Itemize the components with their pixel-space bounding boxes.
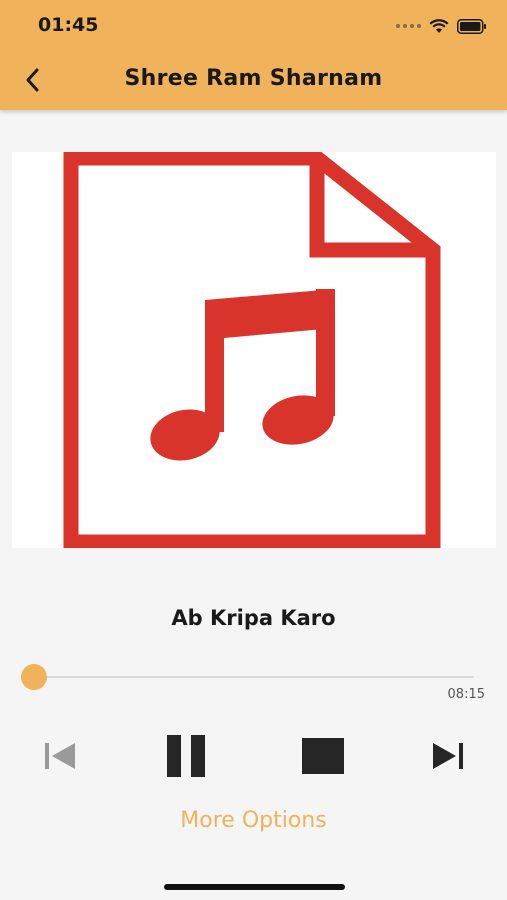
progress-thumb[interactable] xyxy=(21,664,47,690)
page-title: Shree Ram Sharnam xyxy=(124,66,383,91)
pause-icon xyxy=(167,735,205,777)
previous-button[interactable] xyxy=(38,738,82,774)
more-options-link[interactable]: More Options xyxy=(0,808,507,833)
skip-next-icon xyxy=(433,743,463,769)
app-header: 01:45 Shree Ram Sharnam xyxy=(0,0,507,110)
stop-button[interactable] xyxy=(296,732,350,780)
progress-track[interactable] xyxy=(34,676,474,678)
cellular-signal-icon xyxy=(396,24,421,28)
album-artwork xyxy=(12,150,496,550)
home-indicator xyxy=(164,884,345,890)
music-file-icon xyxy=(63,150,441,550)
skip-previous-icon xyxy=(45,743,75,769)
status-time: 01:45 xyxy=(38,14,99,36)
stop-icon xyxy=(302,738,344,774)
wifi-icon xyxy=(429,18,449,33)
status-icons xyxy=(396,16,487,36)
track-title: Ab Kripa Karo xyxy=(171,606,336,630)
track-duration: 08:15 xyxy=(447,687,485,702)
battery-icon xyxy=(457,18,486,34)
pause-button[interactable] xyxy=(158,730,214,782)
next-button[interactable] xyxy=(426,738,470,774)
